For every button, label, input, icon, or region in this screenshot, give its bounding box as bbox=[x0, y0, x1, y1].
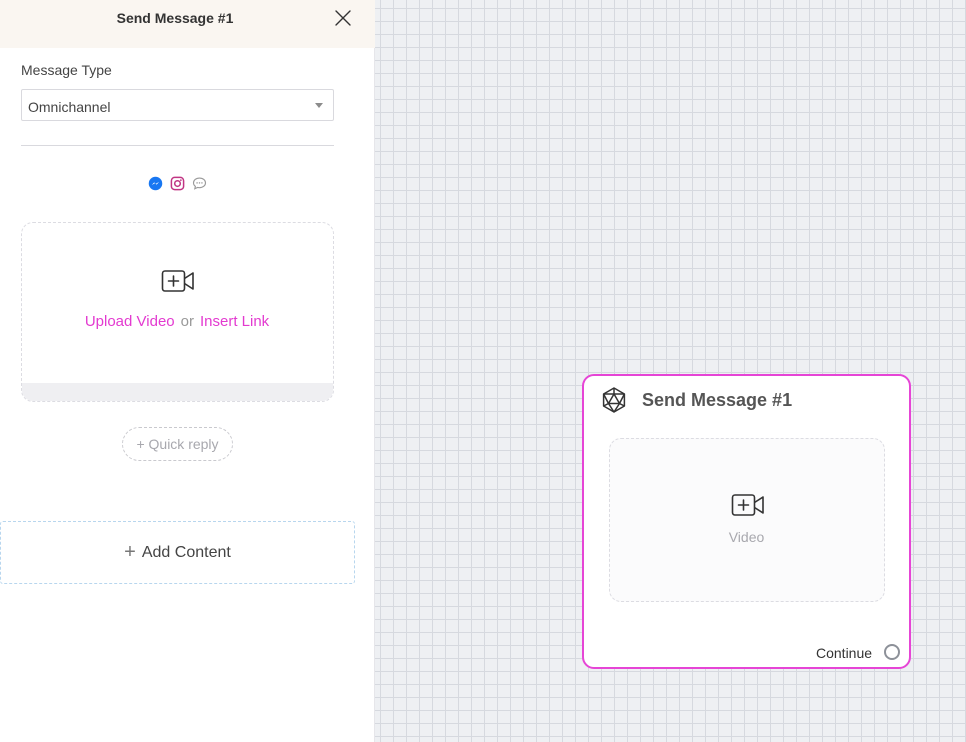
upload-video-link[interactable]: Upload Video bbox=[85, 313, 175, 330]
add-content-label: Add Content bbox=[141, 544, 231, 561]
insert-link-link[interactable]: Insert Link bbox=[200, 313, 269, 330]
upload-actions: Upload Video or Insert Link bbox=[22, 313, 332, 330]
continue-label: Continue bbox=[816, 645, 873, 661]
instagram-icon[interactable] bbox=[170, 176, 185, 191]
close-icon bbox=[333, 8, 353, 28]
close-button[interactable] bbox=[333, 8, 353, 28]
flow-canvas[interactable]: Send Message #1 Video Continue bbox=[375, 0, 966, 742]
channel-icons bbox=[148, 176, 207, 191]
upload-card-footer bbox=[22, 383, 333, 401]
panel-header: Send Message #1 bbox=[0, 0, 375, 48]
message-type-label: Message Type bbox=[21, 62, 112, 78]
continue-output-port[interactable] bbox=[884, 644, 900, 660]
send-message-node[interactable]: Send Message #1 Video Continue bbox=[582, 374, 911, 669]
chat-bubble-icon[interactable] bbox=[192, 176, 207, 191]
messenger-icon[interactable] bbox=[148, 176, 163, 191]
message-type-value: Omnichannel bbox=[28, 99, 111, 115]
add-video-icon bbox=[731, 493, 765, 517]
quick-reply-button[interactable]: + Quick reply bbox=[122, 427, 233, 461]
caret-down-icon bbox=[315, 103, 323, 108]
node-video-label: Video bbox=[728, 529, 765, 545]
video-upload-card: Upload Video or Insert Link bbox=[21, 222, 334, 402]
or-separator: or bbox=[180, 313, 194, 330]
add-content-button[interactable]: + Add Content bbox=[0, 521, 355, 584]
message-type-select[interactable]: Omnichannel bbox=[21, 89, 334, 121]
panel-title: Send Message #1 bbox=[116, 10, 234, 26]
plus-icon: + bbox=[124, 541, 136, 563]
divider bbox=[21, 145, 334, 146]
node-title: Send Message #1 bbox=[642, 390, 793, 410]
node-video-placeholder: Video bbox=[609, 438, 885, 602]
icosahedron-icon bbox=[600, 386, 628, 414]
settings-panel: Send Message #1 Message Type Omnichannel bbox=[0, 0, 375, 742]
add-video-icon bbox=[161, 269, 195, 293]
